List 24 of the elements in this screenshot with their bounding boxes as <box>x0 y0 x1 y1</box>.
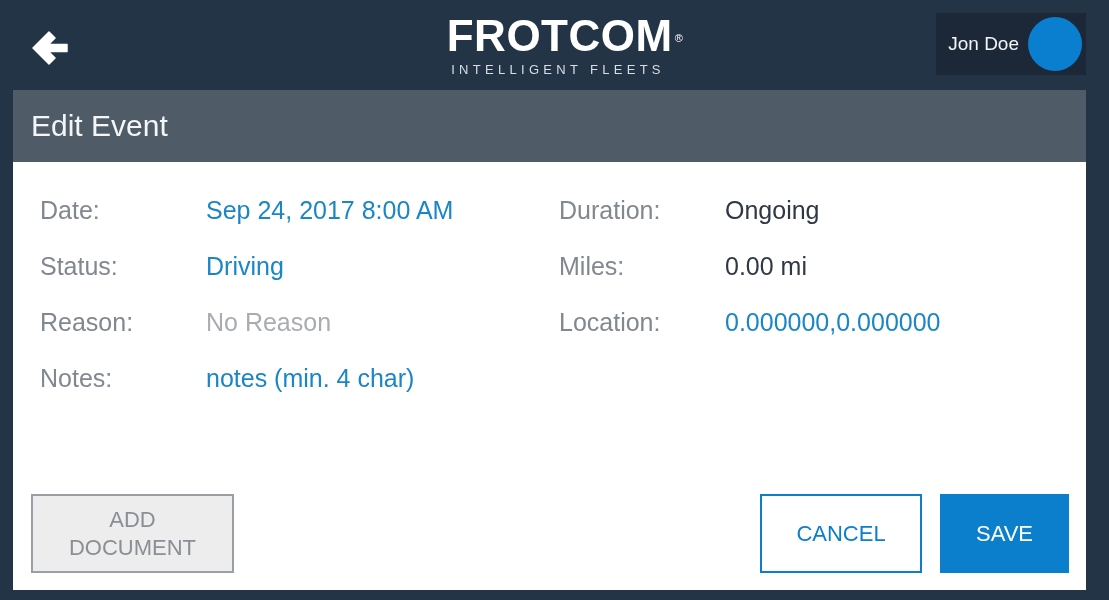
field-link[interactable]: 0.000000,0.000000 <box>725 307 941 337</box>
field-link[interactable]: Sep 24, 2017 8:00 AM <box>206 195 454 225</box>
field-label: Miles: <box>559 251 626 281</box>
field-label: Status: <box>40 251 119 281</box>
avatar-circle-icon <box>1028 17 1082 71</box>
field-label: Notes: <box>40 363 114 393</box>
field-value: No Reason <box>206 307 332 337</box>
field-value: 0.00 mi <box>725 251 807 281</box>
field-value: Ongoing <box>725 195 820 225</box>
field-label: Duration: <box>559 195 662 225</box>
logo-wordmark: FROTCOM$^{®}$ <box>445 14 684 58</box>
back-button[interactable] <box>30 28 70 68</box>
primary-button[interactable]: SAVE <box>940 494 1069 573</box>
left-arrow-icon <box>30 28 70 68</box>
user-name: Jon Doe <box>948 33 1019 55</box>
field-link[interactable]: Driving <box>206 251 284 281</box>
dialog-title: Edit Event <box>31 109 168 143</box>
outline-button[interactable]: CANCEL <box>760 494 922 573</box>
field-label: Location: <box>559 307 662 337</box>
logo-tagline: INTELLIGENT FLEETS <box>451 62 665 77</box>
field-label: Date: <box>40 195 101 225</box>
field-link[interactable]: notes (min. 4 char) <box>206 363 415 393</box>
user-menu[interactable]: Jon Doe <box>936 13 1086 75</box>
field-label: Reason: <box>40 307 135 337</box>
